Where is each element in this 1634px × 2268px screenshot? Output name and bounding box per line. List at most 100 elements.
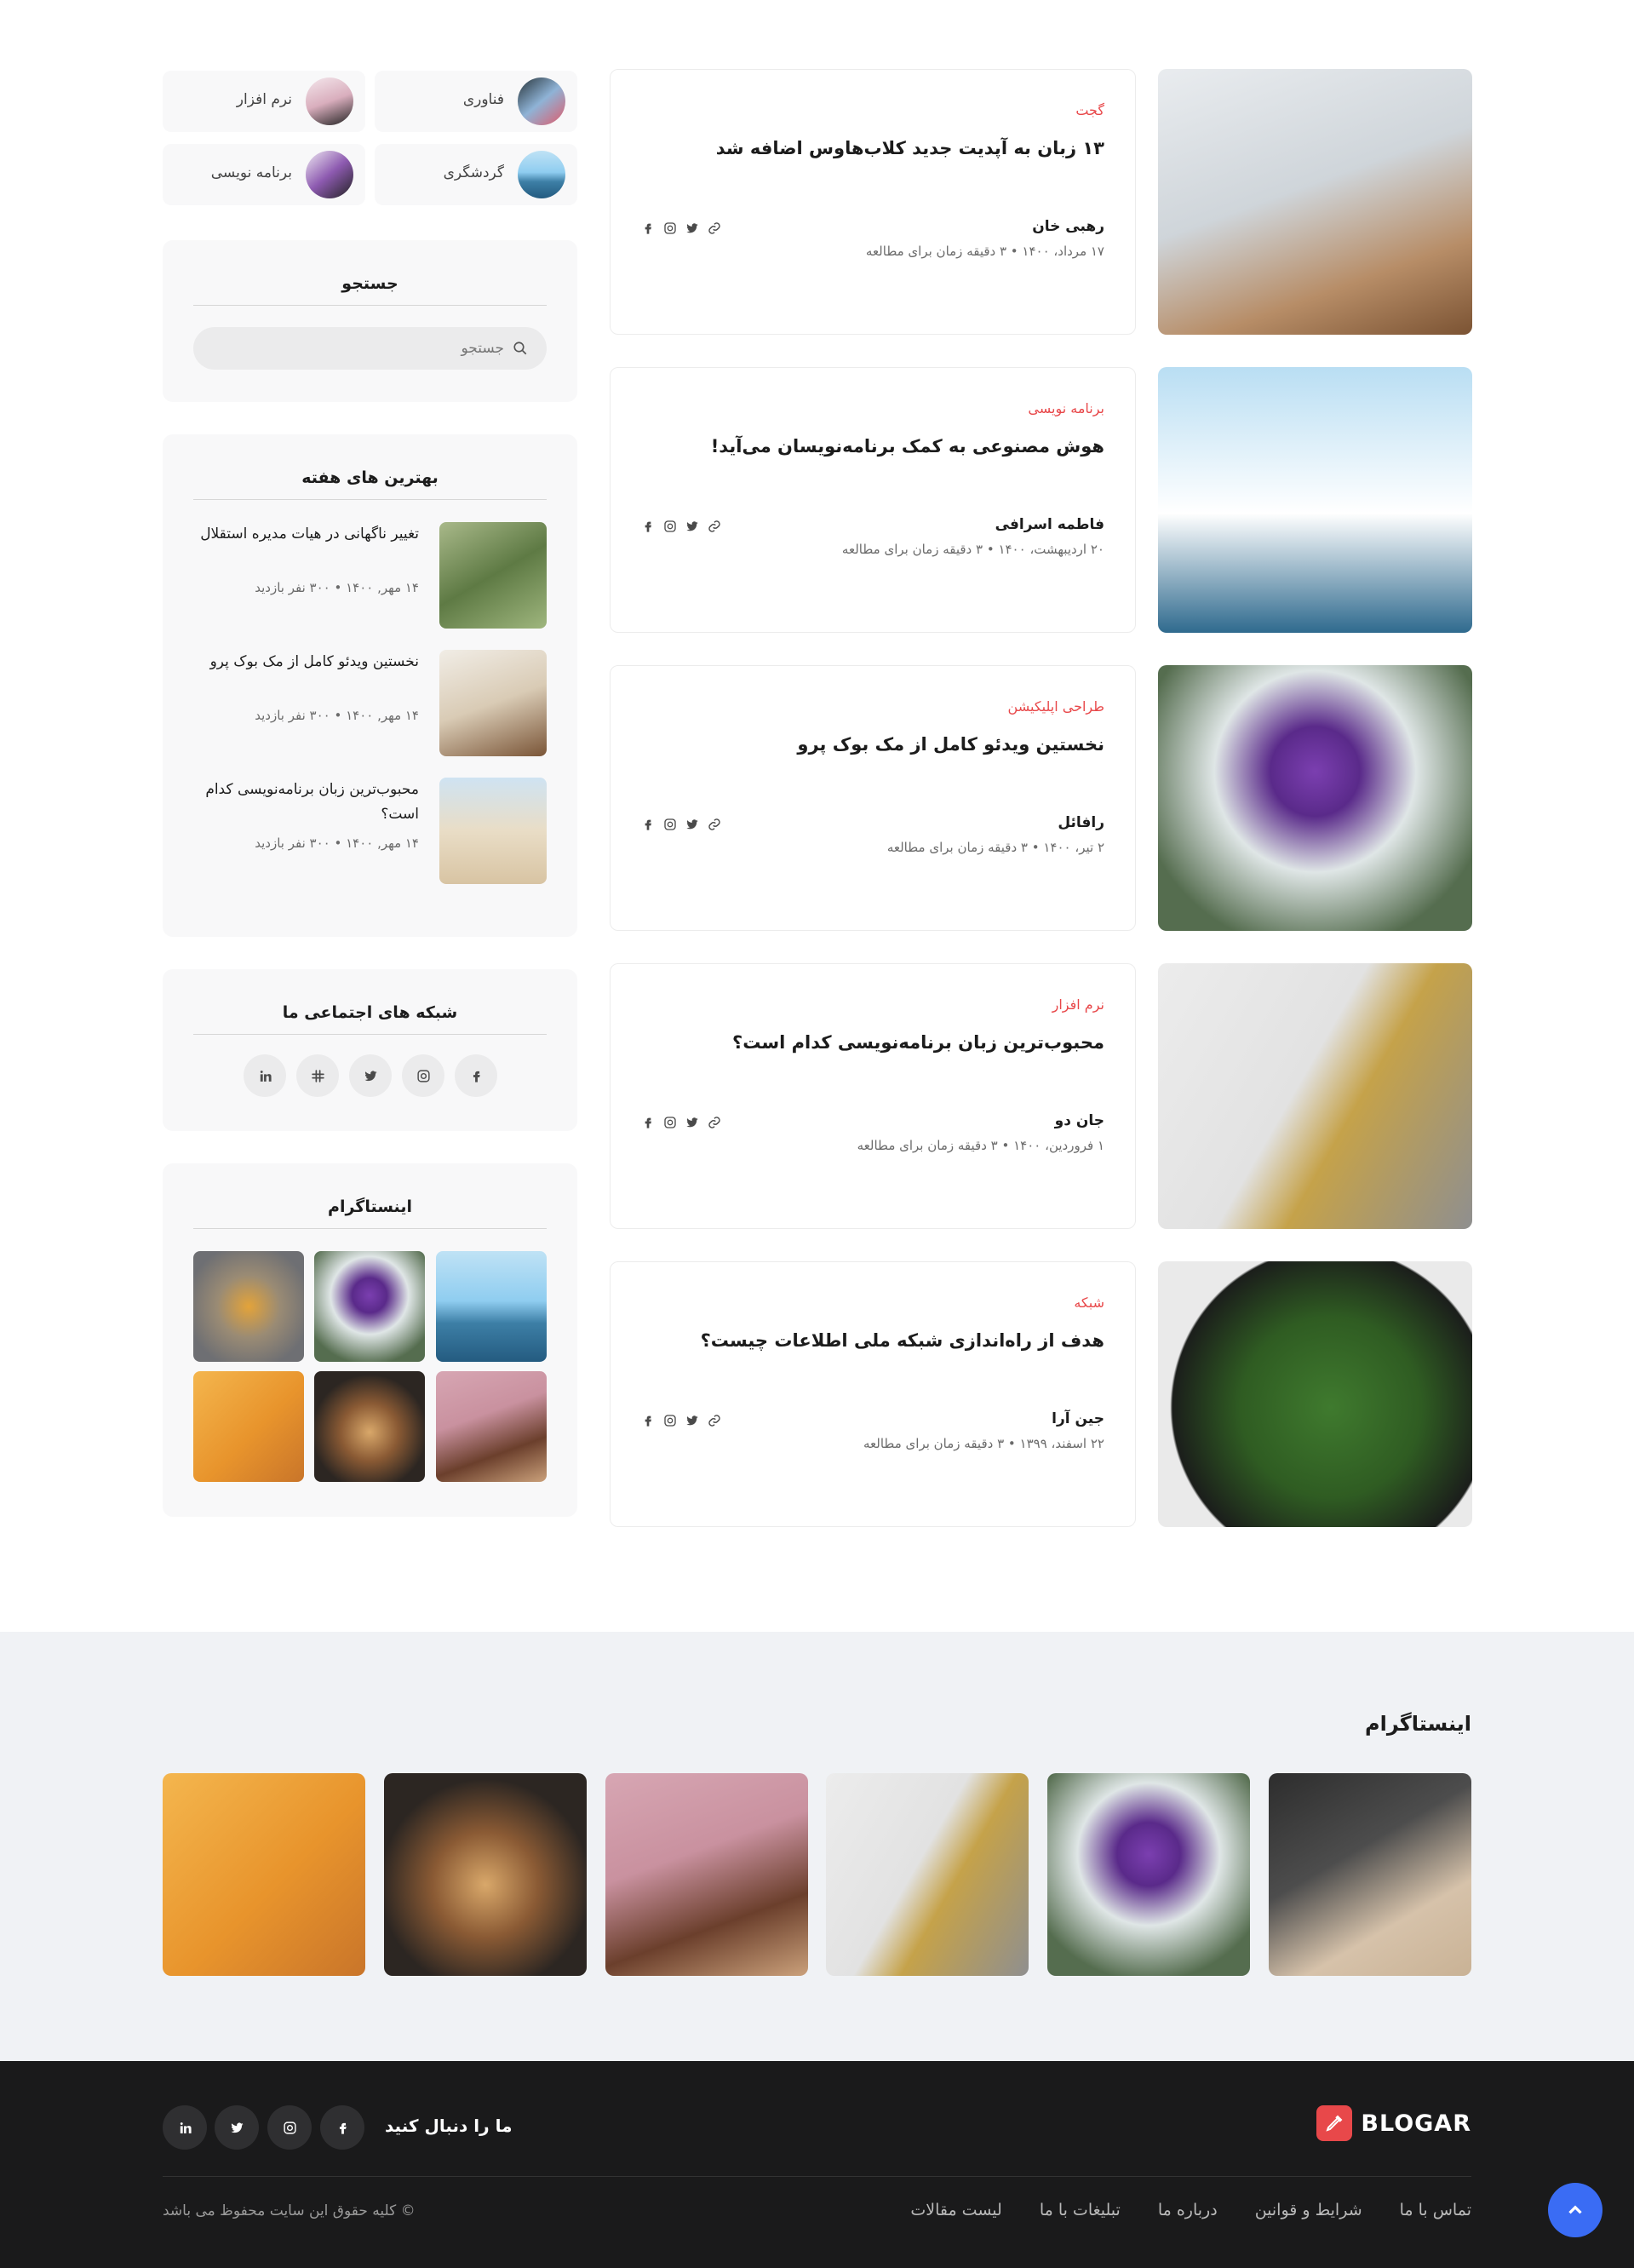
link-icon[interactable] — [708, 1414, 721, 1427]
brand-name: BLOGAR — [1361, 2110, 1471, 2137]
post-author[interactable]: جین آرا — [1052, 1410, 1104, 1427]
instagram-icon[interactable] — [663, 1414, 677, 1427]
post-image[interactable] — [1158, 1261, 1472, 1527]
list-item[interactable]: تغییر ناگهانی در هیات مدیره استقلال ۱۴ م… — [193, 522, 547, 629]
instagram-thumb[interactable] — [314, 1251, 425, 1362]
category-tech[interactable]: فناوری — [375, 71, 577, 132]
post-category[interactable]: گجت — [1075, 102, 1104, 118]
post-share — [641, 1414, 721, 1427]
instagram-icon[interactable] — [402, 1054, 444, 1097]
link-icon[interactable] — [708, 221, 721, 235]
linkedin-icon[interactable] — [163, 2105, 207, 2150]
post-image[interactable] — [1158, 963, 1472, 1229]
instagram-thumb[interactable] — [436, 1371, 547, 1482]
footer-link-terms[interactable]: شرایط و قوانین — [1255, 2201, 1362, 2219]
category-image — [306, 78, 353, 125]
instagram-thumb[interactable] — [193, 1251, 304, 1362]
list-item-title[interactable]: نخستین ویدئو کامل از مک بوک پرو — [193, 650, 419, 675]
twitter-icon[interactable] — [685, 221, 699, 235]
brand-logo[interactable]: BLOGAR — [1316, 2105, 1471, 2141]
category-programming[interactable]: برنامه نویسی — [163, 144, 365, 205]
twitter-icon[interactable] — [685, 1116, 699, 1129]
list-item-image[interactable] — [439, 522, 547, 629]
instagram-icon[interactable] — [267, 2105, 312, 2150]
list-item-title[interactable]: محبوب‌ترین زبان برنامه‌نویسی کدام است؟ — [193, 778, 419, 827]
linkedin-icon[interactable] — [244, 1054, 286, 1097]
list-item-meta: ۱۴ مهر, ۱۴۰۰ • ۳۰۰ نفر بازدید — [255, 708, 419, 723]
post-meta: ۲۲ اسفند، ۱۳۹۹ • ۳ دقیقه زمان برای مطالع… — [863, 1436, 1104, 1451]
list-item[interactable]: نخستین ویدئو کامل از مک بوک پرو ۱۴ مهر, … — [193, 650, 547, 756]
footer-link-about[interactable]: درباره ما — [1158, 2201, 1218, 2219]
list-item-title[interactable]: تغییر ناگهانی در هیات مدیره استقلال — [193, 522, 419, 547]
instagram-thumb[interactable] — [1047, 1773, 1250, 1976]
post-image[interactable] — [1158, 367, 1472, 633]
footer-link-articles[interactable]: لیست مقالات — [910, 2201, 1001, 2219]
instagram-thumb[interactable] — [436, 1251, 547, 1362]
facebook-icon[interactable] — [320, 2105, 364, 2150]
search-bar[interactable] — [193, 327, 547, 370]
post-meta: ۲ تیر، ۱۴۰۰ • ۳ دقیقه زمان برای مطالعه — [886, 840, 1104, 855]
facebook-icon[interactable] — [641, 221, 655, 235]
post-title[interactable]: نخستین ویدئو کامل از مک بوک پرو — [797, 734, 1104, 755]
instagram-icon[interactable] — [663, 1116, 677, 1129]
post-category[interactable]: شبکه — [1074, 1295, 1104, 1311]
post-card[interactable]: گجت ۱۳ زبان به آپدیت جدید کلاب‌هاوس اضاف… — [610, 69, 1136, 335]
instagram-thumb[interactable] — [163, 1773, 365, 1976]
post-card[interactable]: شبکه هدف از راه‌اندازی شبکه ملی اطلاعات … — [610, 1261, 1136, 1527]
search-icon[interactable] — [513, 341, 528, 359]
list-item[interactable]: محبوب‌ترین زبان برنامه‌نویسی کدام است؟ ۱… — [193, 778, 547, 884]
facebook-icon[interactable] — [641, 1414, 655, 1427]
twitter-icon[interactable] — [685, 1414, 699, 1427]
instagram-thumb[interactable] — [826, 1773, 1029, 1976]
facebook-icon[interactable] — [641, 818, 655, 831]
instagram-thumb[interactable] — [193, 1371, 304, 1482]
twitter-icon[interactable] — [349, 1054, 392, 1097]
instagram-thumb[interactable] — [605, 1773, 808, 1976]
category-software[interactable]: نرم افزار — [163, 71, 365, 132]
instagram-icon[interactable] — [663, 818, 677, 831]
facebook-icon[interactable] — [641, 1116, 655, 1129]
category-label: نرم افزار — [236, 91, 292, 108]
post-category[interactable]: برنامه نویسی — [1028, 400, 1104, 416]
post-author[interactable]: رهبی خان — [1032, 218, 1104, 235]
post-author[interactable]: جان دو — [1055, 1112, 1104, 1129]
link-icon[interactable] — [708, 520, 721, 533]
category-tourism[interactable]: گردشگری — [375, 144, 577, 205]
post-card[interactable]: برنامه نویسی هوش مصنوعی به کمک برنامه‌نو… — [610, 367, 1136, 633]
twitter-icon[interactable] — [685, 818, 699, 831]
post-card[interactable]: نرم افزار محبوب‌ترین زبان برنامه‌نویسی ک… — [610, 963, 1136, 1229]
facebook-icon[interactable] — [641, 520, 655, 533]
post-category[interactable]: طراحی اپلیکیشن — [1008, 698, 1104, 715]
instagram-thumb[interactable] — [1269, 1773, 1471, 1976]
post-title[interactable]: ۱۳ زبان به آپدیت جدید کلاب‌هاوس اضافه شد — [716, 138, 1104, 158]
follow-label: ما را دنبال کنید — [385, 2116, 513, 2136]
link-icon[interactable] — [708, 1116, 721, 1129]
post-image[interactable] — [1158, 665, 1472, 931]
scroll-top-button[interactable] — [1548, 2183, 1602, 2237]
instagram-icon[interactable] — [663, 221, 677, 235]
post-author[interactable]: فاطمه اسرافی — [995, 516, 1104, 533]
link-icon[interactable] — [708, 818, 721, 831]
post-category[interactable]: نرم افزار — [1052, 996, 1104, 1013]
instagram-thumb[interactable] — [384, 1773, 587, 1976]
twitter-icon[interactable] — [685, 520, 699, 533]
list-item-image[interactable] — [439, 650, 547, 756]
list-item-image[interactable] — [439, 778, 547, 884]
slack-icon[interactable] — [296, 1054, 339, 1097]
instagram-thumb[interactable] — [314, 1371, 425, 1482]
search-input[interactable] — [291, 327, 504, 370]
post-image[interactable] — [1158, 69, 1472, 335]
twitter-icon[interactable] — [215, 2105, 259, 2150]
post-title[interactable]: محبوب‌ترین زبان برنامه‌نویسی کدام است؟ — [732, 1032, 1104, 1053]
footer-link-contact[interactable]: تماس با ما — [1400, 2201, 1471, 2219]
instagram-icon[interactable] — [663, 520, 677, 533]
post-card[interactable]: طراحی اپلیکیشن نخستین ویدئو کامل از مک ب… — [610, 665, 1136, 931]
category-label: گردشگری — [443, 164, 504, 181]
pen-icon — [1316, 2105, 1353, 2141]
post-title[interactable]: هدف از راه‌اندازی شبکه ملی اطلاعات چیست؟ — [701, 1330, 1104, 1351]
post-title[interactable]: هوش مصنوعی به کمک برنامه‌نویسان می‌آید! — [711, 436, 1104, 456]
footer-link-ads[interactable]: تبلیغات با ما — [1040, 2201, 1121, 2219]
chevron-up-icon — [1568, 2205, 1582, 2214]
facebook-icon[interactable] — [455, 1054, 497, 1097]
post-author[interactable]: رافائل — [1058, 814, 1104, 831]
